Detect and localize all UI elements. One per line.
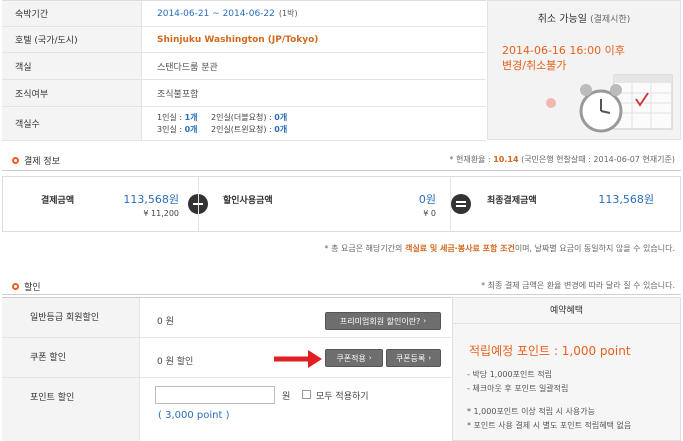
final-amount-label: 최종결제금액	[487, 196, 537, 206]
cancel-subtitle: (결제시한)	[590, 15, 631, 25]
cancel-title: 취소 가능일	[537, 14, 587, 25]
stay-nights: (1박)	[278, 9, 298, 18]
final-amount-value: 113,568원	[598, 193, 654, 206]
payment-section-header: 결제 정보	[12, 154, 60, 167]
payment-section-title: 결제 정보	[24, 157, 60, 167]
price-note-highlight: 객실료 및 세금·봉사료 포함 조건	[404, 244, 515, 253]
payment-amount-cell: 결제금액 113,568원 ¥ 11,200	[3, 177, 198, 231]
exchange-rate-value: 10.14	[493, 155, 519, 164]
price-note: * 총 요금은 해당기간의 객실료 및 세금·봉사료 포함 조건이며, 날짜별 …	[324, 244, 675, 253]
coupon-register-button[interactable]: 쿠폰등록 ›	[386, 349, 441, 367]
payment-amount-yen: ¥ 11,200	[143, 209, 179, 218]
final-amount-cell: 최종결제금액 113,568원	[450, 177, 680, 231]
stay-dates: 2014-06-21 ~ 2014-06-22	[157, 8, 275, 19]
calendar-clock-icon	[546, 74, 673, 133]
red-arrow-icon	[274, 350, 322, 368]
reservation-benefit-panel: 예약혜택 적립예정 포인트 : 1,000 point - 박당 1,000포인…	[452, 297, 681, 441]
apply-all-points-checkbox[interactable]	[302, 390, 311, 399]
discount-table: 일반등급 회원할인 0 원 프리미엄회원 할인이란? › 쿠폰 할인 0 원 할인…	[2, 297, 451, 441]
room-count-values: 1인실 : 1개 2인실(더블요청) : 0개 3인실 : 0개 2인실(트윈요청)…	[157, 113, 288, 134]
exchange-rate-note: * 현재환율 : 10.14 (국민은행 현찰살때 : 2014-06-07 현…	[449, 155, 675, 164]
discount-section-title: 할인	[24, 283, 41, 293]
divider	[2, 294, 681, 295]
row-breakfast: 조식여부 조식불포함	[2, 80, 486, 107]
bullet-icon	[12, 283, 19, 290]
benefit-line-2: - 체크아웃 후 포인트 일괄적립	[467, 384, 569, 393]
row-stay-period: 숙박기간 2014-06-21 ~ 2014-06-22 (1박)	[2, 1, 486, 27]
row-point-discount: 포인트 할인 원 모두 적용하기 ( 3,000 point )	[2, 378, 451, 441]
label-hotel: 호텔 (국가/도시)	[2, 27, 142, 52]
room-type: 스탠다드룸 분관	[157, 62, 218, 73]
label-room: 객실	[2, 53, 142, 79]
coupon-discount-label: 쿠폰 할인	[2, 338, 140, 377]
discount-amount-value: 0원	[418, 193, 436, 206]
cancel-deadline-panel: 취소 가능일 (결제시한) 2014-06-16 16:00 이후 변경/취소불…	[487, 0, 681, 140]
cancel-date: 2014-06-16 16:00 이후	[502, 44, 625, 57]
divider	[2, 170, 681, 171]
discount-amount-cell: 할인사용금액 0원 ¥ 0	[198, 177, 450, 231]
label-breakfast: 조식여부	[2, 80, 142, 106]
point-unit: 원	[282, 392, 291, 402]
discount-amount-yen: ¥ 0	[423, 209, 436, 218]
hotel-name: Shinjuku Washington (JP/Tokyo)	[157, 34, 319, 45]
breakfast-value: 조식불포함	[157, 89, 199, 100]
benefit-title: 예약혜택	[453, 304, 680, 324]
available-points: ( 3,000 point )	[158, 410, 230, 421]
row-coupon-discount: 쿠폰 할인 0 원 할인 쿠폰적용 › 쿠폰등록 ›	[2, 338, 451, 378]
bullet-icon	[12, 157, 19, 164]
coupon-apply-button[interactable]: 쿠폰적용 ›	[325, 349, 383, 367]
point-amount-input[interactable]	[155, 386, 275, 404]
discount-section-header: 할인	[12, 280, 41, 293]
expected-points: 적립예정 포인트 : 1,000 point	[469, 344, 631, 358]
apply-all-points-label: 모두 적용하기	[316, 392, 369, 402]
payment-amount-value: 113,568원	[123, 193, 179, 206]
benefit-line-4: * 포인트 사용 결제 시 별도 포인트 적립혜택 없음	[467, 421, 632, 430]
discount-note: * 최종 결제 금액은 환율 변경에 따라 달라 질 수 있습니다.	[481, 281, 675, 290]
coupon-discount-value: 0 원 할인	[157, 357, 194, 367]
payment-summary: 결제금액 113,568원 ¥ 11,200 할인사용금액 0원 ¥ 0 최종결…	[2, 176, 681, 232]
point-discount-label: 포인트 할인	[2, 378, 140, 441]
discount-amount-label: 할인사용금액	[223, 196, 273, 206]
benefit-line-1: - 박당 1,000포인트 적립	[467, 370, 552, 379]
row-member-discount: 일반등급 회원할인 0 원 프리미엄회원 할인이란? ›	[2, 298, 451, 338]
member-discount-label: 일반등급 회원할인	[2, 298, 140, 337]
row-room: 객실 스탠다드룸 분관	[2, 53, 486, 80]
member-discount-value: 0 원	[157, 317, 174, 327]
reservation-table: 숙박기간 2014-06-21 ~ 2014-06-22 (1박) 호텔 (국가…	[2, 0, 486, 141]
premium-discount-info-button[interactable]: 프리미엄회원 할인이란? ›	[325, 312, 441, 330]
label-room-count: 객실수	[2, 107, 142, 140]
row-hotel: 호텔 (국가/도시) Shinjuku Washington (JP/Tokyo…	[2, 27, 486, 53]
benefit-line-3: * 1,000포인트 이상 적립 시 사용가능	[467, 407, 595, 416]
payment-amount-label: 결제금액	[41, 196, 75, 206]
row-room-count: 객실수 1인실 : 1개 2인실(더블요청) : 0개 3인실 : 0개 2인실(트…	[2, 107, 486, 141]
label-stay-period: 숙박기간	[2, 1, 142, 26]
